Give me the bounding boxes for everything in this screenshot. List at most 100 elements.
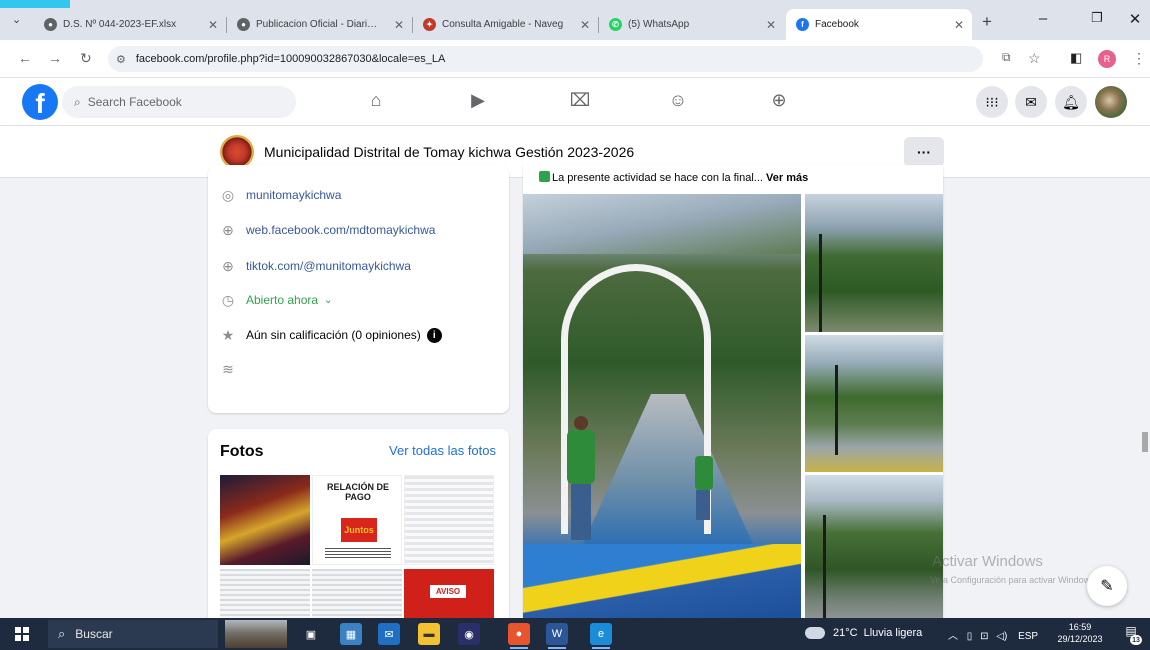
tiktok-link[interactable]: tiktok.com/@munitomaykichwa xyxy=(246,259,411,273)
language-indicator[interactable]: ESP xyxy=(1018,631,1038,642)
mail-icon[interactable]: ✉ xyxy=(378,623,400,645)
photo-lamp-post xyxy=(835,365,838,455)
back-icon[interactable]: ← xyxy=(18,50,32,66)
url-text: facebook.com/profile.php?id=100090032867… xyxy=(136,53,445,65)
weather-widget[interactable]: 21°C Lluvia ligera xyxy=(805,627,922,639)
address-bar[interactable]: ⚙ facebook.com/profile.php?id=1000900328… xyxy=(108,46,983,72)
cast-icon[interactable]: ⧉ xyxy=(1002,50,1011,65)
see-more-link[interactable]: Ver más xyxy=(766,172,808,184)
activation-watermark: Activar Windows xyxy=(932,553,1043,570)
clock-icon: ◷ xyxy=(221,291,235,308)
post-photo-bridge[interactable] xyxy=(523,194,801,619)
page-title[interactable]: Municipalidad Distrital de Tomay kichwa … xyxy=(264,144,634,160)
instagram-row[interactable]: ◎ munitomaykichwa xyxy=(220,187,341,203)
weather-temp: 21°C xyxy=(833,627,858,639)
search-highlight-image[interactable] xyxy=(225,620,287,648)
tab-title: Consulta Amigable - Naveg xyxy=(442,19,564,30)
hours-row[interactable]: ◷ Abierto ahora ⌄ xyxy=(220,291,333,308)
restore-icon[interactable]: ❐ xyxy=(1082,10,1112,26)
taskbar-clock[interactable]: 16:59 29/12/2023 xyxy=(1055,621,1105,645)
chrome-menu-icon[interactable]: ⋮ xyxy=(1132,50,1146,67)
file-explorer-icon[interactable]: ▬ xyxy=(418,623,440,645)
photo-person xyxy=(695,456,713,490)
task-view-icon[interactable]: ▣ xyxy=(300,623,322,645)
chevron-up-icon[interactable]: ︿ xyxy=(948,631,958,642)
website-row[interactable]: ⊕ web.facebook.com/mdtomaykichwa xyxy=(220,222,435,238)
groups-icon[interactable]: ☺ xyxy=(664,90,692,114)
tab-diario[interactable]: ● Publicacion Oficial - Diario C ✕ xyxy=(227,9,412,40)
edge-icon[interactable]: e xyxy=(590,623,612,649)
instagram-link[interactable]: munitomaykichwa xyxy=(246,188,341,202)
close-tab-icon[interactable]: ✕ xyxy=(394,18,404,32)
info-icon[interactable]: i xyxy=(426,327,442,343)
network-icon[interactable]: ⊡ xyxy=(980,631,988,642)
photo-thumbnail[interactable] xyxy=(220,475,310,565)
tab-facebook[interactable]: f Facebook ✕ xyxy=(786,9,972,40)
search-placeholder: Search Facebook xyxy=(87,95,182,109)
menu-grid-icon[interactable]: ⁝⁝⁝ xyxy=(976,86,1008,118)
hours-status[interactable]: Abierto ahora xyxy=(246,293,318,307)
photo-person xyxy=(567,430,595,484)
tab-search-icon[interactable]: ⌄ xyxy=(12,13,21,26)
page-avatar[interactable] xyxy=(220,135,254,169)
clock-time: 16:59 xyxy=(1068,622,1092,632)
volume-icon[interactable]: ◁) xyxy=(996,631,1007,642)
compose-message-button[interactable]: ✎ xyxy=(1087,566,1127,606)
post-photo-path[interactable] xyxy=(805,194,943,332)
tiktok-row[interactable]: ⊕ tiktok.com/@munitomaykichwa xyxy=(220,258,411,274)
battery-icon[interactable]: ▯ xyxy=(967,631,973,642)
post-photo-workers[interactable] xyxy=(805,335,943,472)
start-button[interactable] xyxy=(15,627,29,641)
star-icon: ★ xyxy=(221,326,235,343)
reload-icon[interactable]: ↻ xyxy=(80,50,92,67)
notifications-icon[interactable]: 🔔︎ xyxy=(1055,86,1087,118)
chrome-icon[interactable]: ● xyxy=(508,623,530,649)
tab-title: D.S. Nº 044-2023-EF.xlsx xyxy=(63,19,177,30)
photo-thumbnail[interactable] xyxy=(220,569,310,619)
see-all-photos-link[interactable]: Ver todas las fotos xyxy=(389,443,496,458)
system-tray[interactable]: ︿ ▯ ⊡ ◁) ESP xyxy=(948,627,1038,642)
facebook-search-input[interactable]: ⌕ Search Facebook xyxy=(62,86,296,118)
rain-cloud-icon xyxy=(805,627,825,639)
facebook-logo-icon[interactable]: f xyxy=(22,84,58,120)
bookmark-star-icon[interactable]: ☆ xyxy=(1028,50,1041,67)
photo-thumbnail[interactable]: AVISO xyxy=(404,569,494,619)
chevron-down-icon[interactable]: ⌄ xyxy=(324,295,332,306)
forward-icon[interactable]: → xyxy=(48,50,62,66)
more-options-button[interactable]: ··· xyxy=(904,137,944,167)
home-icon[interactable]: ⌂ xyxy=(362,90,390,114)
close-tab-icon[interactable]: ✕ xyxy=(766,18,776,32)
facebook-favicon-icon: f xyxy=(796,18,809,31)
new-tab-icon[interactable]: + xyxy=(982,12,992,32)
store-icon[interactable]: ▦ xyxy=(340,623,362,645)
photo-sky xyxy=(523,194,801,254)
post-body: La presente actividad se hace con la fin… xyxy=(552,172,763,184)
photo-thumbnail[interactable] xyxy=(404,475,494,565)
chrome-profile-avatar[interactable]: R xyxy=(1098,50,1116,68)
post-photo-walkway[interactable] xyxy=(805,475,943,620)
window-close-icon[interactable]: ✕ xyxy=(1120,10,1150,28)
site-info-icon[interactable]: ⚙ xyxy=(116,53,126,66)
side-panel-icon[interactable]: ◧ xyxy=(1070,50,1082,66)
close-tab-icon[interactable]: ✕ xyxy=(580,18,590,32)
tab-excel[interactable]: ● D.S. Nº 044-2023-EF.xlsx ✕ xyxy=(34,9,226,40)
messenger-icon[interactable]: ✉ xyxy=(1015,86,1047,118)
minimize-icon[interactable]: – xyxy=(1028,10,1058,27)
taskbar-search[interactable]: ⌕ Buscar xyxy=(48,620,218,648)
watch-icon[interactable]: ▶ xyxy=(464,90,492,114)
tab-consulta[interactable]: ✦ Consulta Amigable - Naveg ✕ xyxy=(413,9,598,40)
teams-icon[interactable]: ◉ xyxy=(458,623,480,645)
photo-thumbnail[interactable]: RELACIÓN DE PAGO Juntos xyxy=(312,475,402,565)
close-tab-icon[interactable]: ✕ xyxy=(954,18,964,32)
close-tab-icon[interactable]: ✕ xyxy=(208,18,218,32)
search-icon: ⌕ xyxy=(74,94,81,109)
word-icon[interactable]: W xyxy=(546,623,568,649)
page-scrollbar[interactable] xyxy=(1142,432,1148,452)
profile-avatar[interactable] xyxy=(1095,86,1127,118)
gaming-icon[interactable]: ⊕ xyxy=(765,90,793,114)
website-link[interactable]: web.facebook.com/mdtomaykichwa xyxy=(246,223,435,237)
photo-thumbnail[interactable] xyxy=(312,569,402,619)
tab-whatsapp[interactable]: ✆ (5) WhatsApp ✕ xyxy=(599,9,784,40)
weather-desc: Lluvia ligera xyxy=(863,627,923,639)
marketplace-icon[interactable]: ⌧ xyxy=(566,90,594,114)
